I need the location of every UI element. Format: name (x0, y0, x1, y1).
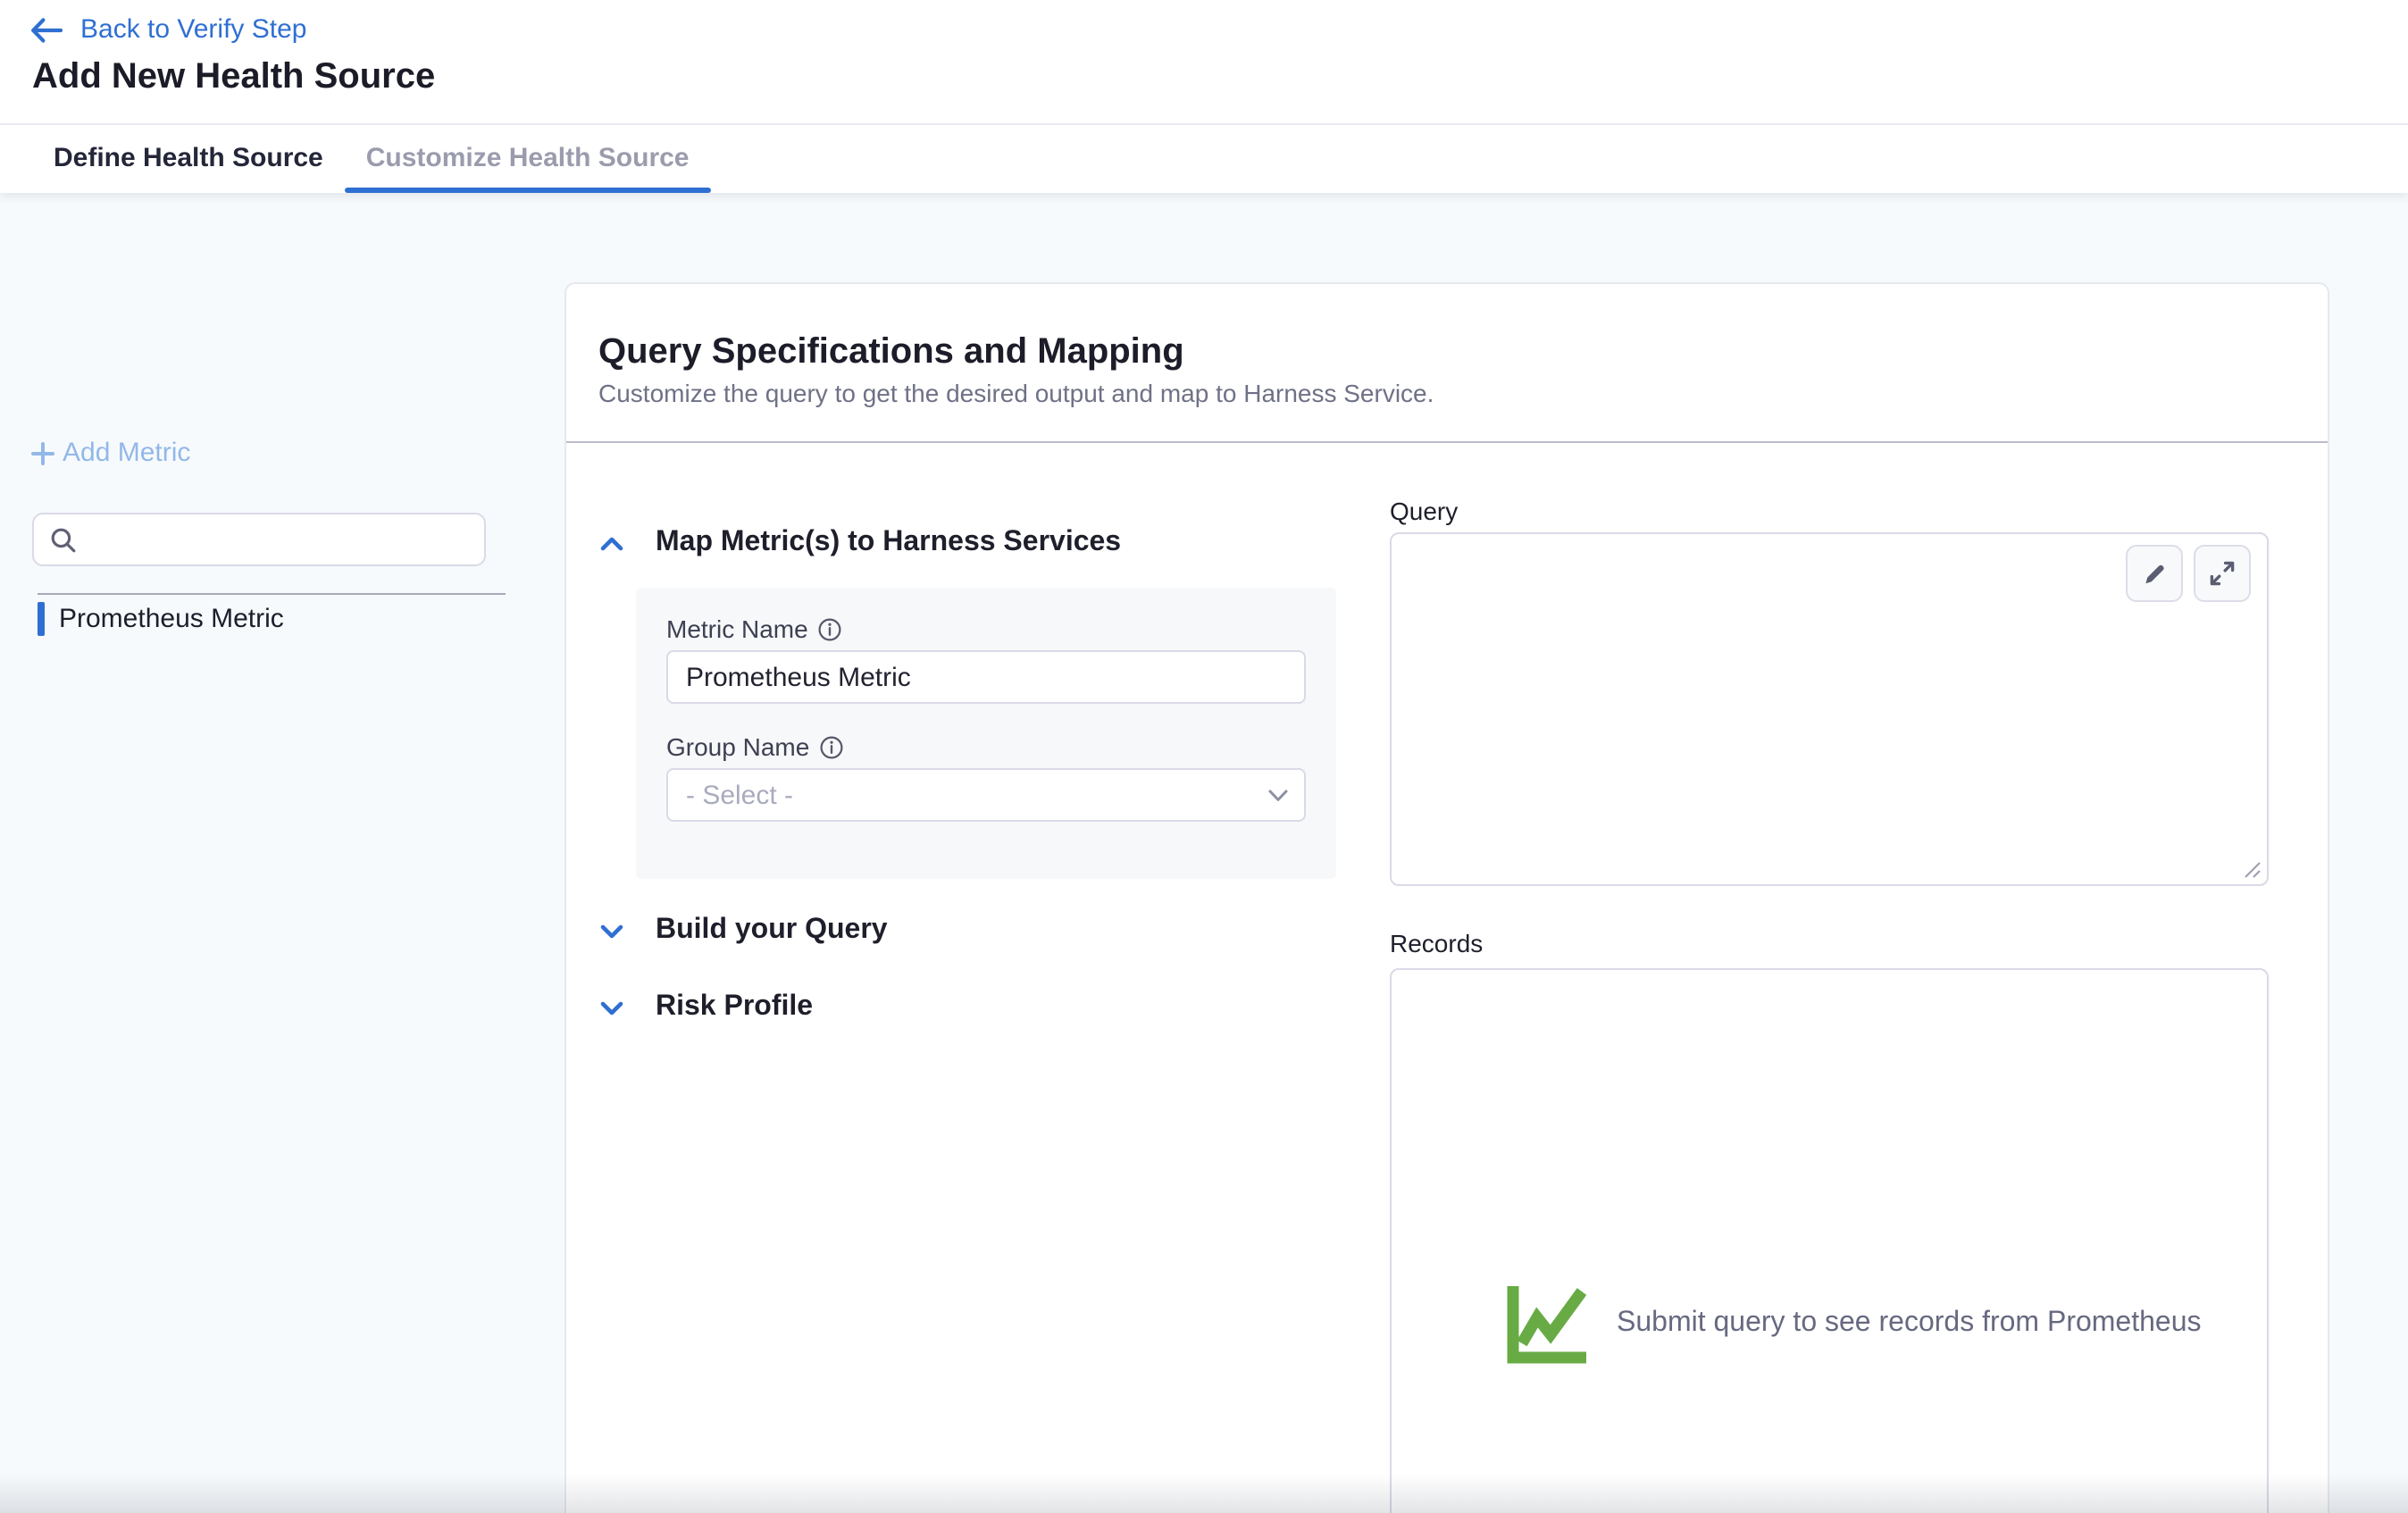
metric-item-label: Prometheus Metric (59, 600, 284, 638)
search-icon (50, 527, 77, 554)
back-to-verify-link[interactable]: Back to Verify Step (30, 14, 306, 46)
metric-name-label: Metric Name (666, 614, 808, 643)
group-name-placeholder: - Select - (686, 781, 793, 811)
records-panel: Submit query to see records from Prometh… (1390, 968, 2269, 1513)
group-name-label: Group Name (666, 732, 809, 761)
metric-search (32, 513, 486, 566)
section-map-metrics[interactable]: Map Metric(s) to Harness Services (600, 525, 1121, 561)
chevron-down-icon (600, 999, 623, 1016)
metrics-sidebar: Add Metric Prometheus Metric (0, 193, 564, 1513)
metric-name-label-row: Metric Name (666, 614, 842, 643)
info-circle-icon[interactable] (820, 735, 843, 758)
records-label: Records (1390, 929, 1483, 959)
back-link-label: Back to Verify Step (80, 14, 306, 46)
edit-query-button[interactable] (2126, 545, 2183, 602)
query-label: Query (1390, 497, 1458, 527)
section-label: Map Metric(s) to Harness Services (656, 525, 1121, 561)
expand-arrows-icon (2208, 559, 2237, 588)
plus-icon (29, 439, 57, 467)
card-title: Query Specifications and Mapping (598, 330, 1184, 373)
section-build-your-query[interactable]: Build your Query (600, 913, 888, 949)
selected-indicator-bar (38, 602, 45, 636)
page-header: Back to Verify Step Add New Health Sourc… (0, 0, 2408, 193)
line-chart-icon (1502, 1279, 1592, 1368)
tab-bar: Define Health Source Customize Health So… (32, 125, 711, 193)
info-circle-icon[interactable] (819, 617, 842, 640)
section-risk-profile[interactable]: Risk Profile (600, 990, 813, 1025)
add-metric-button[interactable]: Add Metric (29, 438, 190, 468)
section-label: Risk Profile (656, 990, 813, 1025)
metric-list-item-prometheus[interactable]: Prometheus Metric (38, 600, 284, 638)
card-header-divider (566, 441, 2328, 443)
add-metric-label: Add Metric (63, 438, 190, 468)
header-top: Back to Verify Step Add New Health Sourc… (0, 0, 2408, 125)
records-empty-text: Submit query to see records from Prometh… (1617, 1306, 2202, 1342)
app-root: Back to Verify Step Add New Health Sourc… (0, 0, 2408, 1513)
tab-define-health-source[interactable]: Define Health Source (32, 125, 345, 193)
tab-customize-health-source[interactable]: Customize Health Source (345, 125, 711, 193)
metric-search-input[interactable] (88, 516, 479, 566)
chevron-up-icon (600, 535, 623, 551)
chevron-down-icon (1268, 790, 1288, 802)
expand-query-button[interactable] (2194, 545, 2251, 602)
card-subtitle: Customize the query to get the desired o… (598, 379, 1434, 409)
section-label: Build your Query (656, 913, 888, 949)
page-title: Add New Health Source (32, 57, 435, 96)
pencil-icon (2140, 559, 2169, 588)
metric-name-input[interactable] (666, 650, 1306, 704)
query-mapping-card: Query Specifications and Mapping Customi… (564, 282, 2329, 1513)
arrow-left-icon (30, 18, 63, 43)
group-name-select[interactable]: - Select - (666, 768, 1306, 822)
group-name-label-row: Group Name (666, 732, 843, 761)
map-metric-form-panel: Metric Name Group Name (636, 588, 1336, 879)
resize-handle[interactable] (2244, 861, 2262, 879)
chevron-down-icon (600, 923, 623, 939)
query-editor (1390, 532, 2269, 886)
records-empty-state: Submit query to see records from Prometh… (1502, 1279, 2202, 1368)
sidebar-divider (38, 593, 506, 595)
